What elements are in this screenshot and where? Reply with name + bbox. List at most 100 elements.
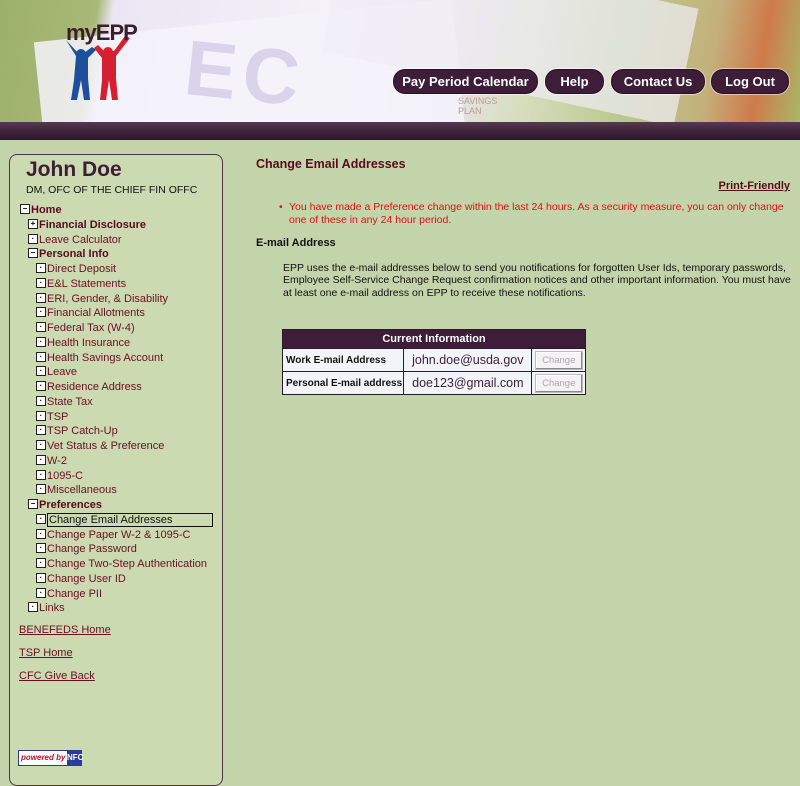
collapse-icon[interactable]: − xyxy=(20,204,30,215)
page-icon: · xyxy=(28,233,38,244)
sidebar-item-label: Change Two-Step Authentication xyxy=(47,558,208,570)
sidebar-item-change-pii[interactable]: · Change PII xyxy=(36,587,102,601)
sidebar-item-federal-tax-w-4[interactable]: · Federal Tax (W-4) xyxy=(36,321,135,335)
page-icon: · xyxy=(36,484,46,495)
sidebar-item-direct-deposit[interactable]: · Direct Deposit xyxy=(36,262,116,276)
sidebar-item-tsp[interactable]: · TSP xyxy=(36,410,68,424)
sidebar-item-w-2[interactable]: · W-2 xyxy=(36,454,67,468)
sidebar-item-links[interactable]: · Links xyxy=(28,601,65,615)
sidebar-item-label: Personal Info xyxy=(39,248,109,261)
page-icon: · xyxy=(36,336,46,347)
sidebar-item-miscellaneous[interactable]: · Miscellaneous xyxy=(36,483,117,497)
sidebar-item-health-insurance[interactable]: · Health Insurance xyxy=(36,336,130,350)
collapse-icon[interactable]: − xyxy=(28,499,38,510)
header-nav: Pay Period Calendar Help Contact Us Log … xyxy=(0,69,800,94)
sidebar-item-label: 1095-C xyxy=(47,469,84,482)
work-email-button-cell: Change xyxy=(531,348,586,372)
sidebar-item-state-tax[interactable]: · State Tax xyxy=(36,395,93,409)
alert-text: You have made a Preference change within… xyxy=(289,201,784,226)
tsp-home-link[interactable]: TSP Home xyxy=(19,647,73,659)
sidebar-item-label: Change User ID xyxy=(47,572,126,585)
security-alert: • You have made a Preference change with… xyxy=(279,201,791,226)
user-name: John Doe xyxy=(26,158,122,181)
logo-text: myEPP xyxy=(66,20,138,45)
benefeds-home-link[interactable]: BENEFEDS Home xyxy=(19,624,111,636)
sidebar-item-eri-gender-disability[interactable]: · ERI, Gender, & Disability xyxy=(36,292,168,306)
sidebar-item-label: Change Password xyxy=(47,543,137,556)
personal-email-label: Personal E-mail address xyxy=(281,371,405,395)
sidebar-item-e-l-statements[interactable]: · E&L Statements xyxy=(36,277,126,291)
sidebar-item-change-two-step-authentication[interactable]: · Change Two-Step Authentication xyxy=(36,557,207,571)
sidebar-item-vet-status-preference[interactable]: · Vet Status & Preference xyxy=(36,439,164,453)
page-icon: · xyxy=(36,277,46,288)
page-icon: · xyxy=(36,395,46,406)
sidebar-item-change-email-addresses[interactable]: · Change Email Addresses xyxy=(36,512,213,527)
page-icon: · xyxy=(36,351,46,362)
sidebar-item-1095-c[interactable]: · 1095-C xyxy=(36,469,83,483)
sidebar-item-label: Federal Tax (W-4) xyxy=(47,322,135,334)
sidebar-item-label: Home xyxy=(31,204,62,216)
log-out-button[interactable]: Log Out xyxy=(711,69,789,94)
sidebar-item-label: Health Savings Account xyxy=(47,351,164,364)
print-friendly-link[interactable]: Print-Friendly xyxy=(718,180,790,192)
sidebar-item-home[interactable]: − Home xyxy=(20,203,62,217)
sidebar-item-change-user-id[interactable]: · Change User ID xyxy=(36,572,126,586)
page-icon: · xyxy=(36,440,46,451)
header-savings-text: SAVINGS PLAN xyxy=(458,96,497,116)
sidebar-item-label: Links xyxy=(39,602,65,615)
sidebar-item-tsp-catch-up[interactable]: · TSP Catch-Up xyxy=(36,424,118,438)
sidebar-item-label: TSP Catch-Up xyxy=(47,425,118,438)
personal-email-button-cell: Change xyxy=(531,371,586,395)
change-personal-email-button[interactable]: Change xyxy=(534,373,583,393)
sidebar-item-financial-disclosure[interactable]: + Financial Disclosure xyxy=(28,218,146,232)
sidebar-item-label: ERI, Gender, & Disability xyxy=(47,292,169,305)
contact-us-button[interactable]: Contact Us xyxy=(611,69,705,94)
sidebar-item-preferences[interactable]: − Preferences xyxy=(28,498,102,512)
alert-bullet: • xyxy=(279,201,283,213)
page-icon: · xyxy=(36,263,46,274)
table-header: Current Information xyxy=(282,329,586,349)
savings-line: SAVINGS xyxy=(458,96,498,106)
collapse-icon[interactable]: − xyxy=(28,248,38,259)
sidebar-item-label: W-2 xyxy=(47,454,67,467)
powered-by-text: powered by xyxy=(21,753,66,762)
sidebar-item-label: TSP xyxy=(47,410,69,423)
pay-period-calendar-button[interactable]: Pay Period Calendar xyxy=(393,69,538,94)
page-icon: · xyxy=(36,322,46,333)
sidebar-item-label: Leave xyxy=(47,366,77,379)
page-icon: · xyxy=(36,587,46,598)
sidebar-item-label: State Tax xyxy=(47,395,93,408)
sidebar-item-label: Leave Calculator xyxy=(39,233,122,246)
sidebar-item-label: Residence Address xyxy=(47,381,142,393)
page-icon: · xyxy=(36,307,46,318)
sidebar-item-change-paper-w-2-1095-c[interactable]: · Change Paper W-2 & 1095-C xyxy=(36,528,191,542)
powered-by-nfc-badge[interactable]: powered by NFC xyxy=(18,750,83,766)
page-title: Change Email Addresses xyxy=(256,157,406,171)
sidebar-item-residence-address[interactable]: · Residence Address xyxy=(36,380,142,394)
sidebar-item-personal-info[interactable]: − Personal Info xyxy=(28,247,109,261)
expand-icon[interactable]: + xyxy=(28,218,38,229)
email-section-heading: E-mail Address xyxy=(256,237,336,249)
change-work-email-button[interactable]: Change xyxy=(534,350,583,370)
sidebar-item-health-savings-account[interactable]: · Health Savings Account xyxy=(36,351,163,365)
work-email-value: john.doe@usda.gov xyxy=(403,348,533,372)
sidebar-item-label: Change Paper W-2 & 1095-C xyxy=(47,528,191,541)
sidebar-item-label: Miscellaneous xyxy=(47,484,117,497)
page-icon: · xyxy=(36,410,46,421)
cfc-give-back-link[interactable]: CFC Give Back xyxy=(19,670,95,682)
sidebar-item-financial-allotments[interactable]: · Financial Allotments xyxy=(36,306,145,320)
table-row-personal-email: Personal E-mail address doe123@gmail.com… xyxy=(281,371,586,395)
page-icon: · xyxy=(36,366,46,377)
sidebar-item-label: Change PII xyxy=(47,587,103,600)
sidebar-item-leave[interactable]: · Leave xyxy=(36,365,77,379)
sidebar-item-change-password[interactable]: · Change Password xyxy=(36,542,137,556)
user-organization: DM, OFC OF THE CHIEF FIN OFFC xyxy=(26,184,198,196)
sidebar-item-label: E&L Statements xyxy=(47,277,127,290)
page-icon: · xyxy=(36,528,46,539)
site-header: EC SAVINGS PLAN myEPP Pay Period Calenda… xyxy=(0,0,800,122)
page-icon: · xyxy=(36,292,46,303)
page-icon: · xyxy=(36,454,46,465)
help-button[interactable]: Help xyxy=(545,69,604,94)
sidebar-item-leave-calculator[interactable]: · Leave Calculator xyxy=(28,233,122,247)
page-icon: · xyxy=(36,425,46,436)
